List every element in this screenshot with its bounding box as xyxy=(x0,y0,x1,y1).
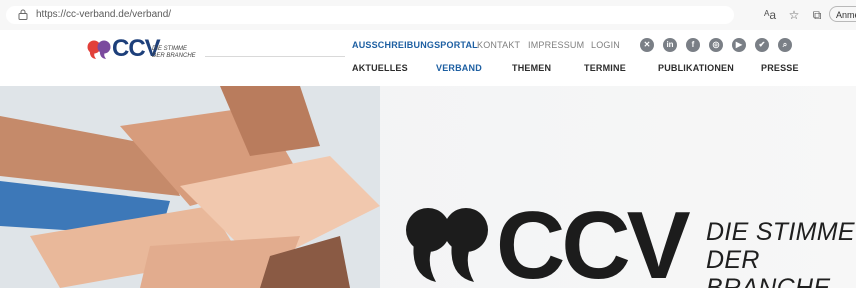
logo-tagline: DIE STIMME DER BRANCHE xyxy=(152,46,196,60)
twitter-icon[interactable]: ✔ xyxy=(755,38,769,52)
hero-tagline-line-1: DIE STIMME xyxy=(706,218,855,246)
nav-verband[interactable]: VERBAND xyxy=(436,63,482,73)
hero-tagline: DIE STIMME DER BRANCHE xyxy=(706,218,856,288)
search-icon[interactable]: ⌕ xyxy=(778,38,792,52)
youtube-icon[interactable]: ▶ xyxy=(732,38,746,52)
url-text: https://cc-verband.de/verband/ xyxy=(36,9,172,20)
site-logo[interactable]: CCV xyxy=(86,34,216,60)
lock-icon xyxy=(18,9,28,20)
logo-tagline-line-1: DIE STIMME xyxy=(152,46,188,52)
hero-tagline-line-2: DER BRANCHE xyxy=(706,246,831,288)
signin-button[interactable]: Anmel xyxy=(829,6,856,22)
reading-mode-icon[interactable]: ᴬa xyxy=(763,8,777,22)
hero-logo: CCV xyxy=(406,192,695,286)
instagram-icon[interactable]: ◎ xyxy=(709,38,723,52)
nav-presse[interactable]: PRESSE xyxy=(761,63,799,73)
nav-login[interactable]: LOGIN xyxy=(591,40,620,50)
facebook-icon[interactable]: f xyxy=(686,38,700,52)
nav-termine[interactable]: TERMINE xyxy=(584,63,626,73)
nav-aktuelles[interactable]: AKTUELLES xyxy=(352,63,408,73)
linkedin-icon[interactable]: in xyxy=(663,38,677,52)
hero-banner: CCV DIE STIMME DER BRANCHE xyxy=(0,86,856,288)
address-bar[interactable]: https://cc-verband.de/verband/ xyxy=(6,6,734,24)
stacked-hands-image xyxy=(0,86,380,288)
nav-kontakt[interactable]: KONTAKT xyxy=(477,40,520,50)
nav-impressum[interactable]: IMPRESSUM xyxy=(528,40,584,50)
collections-icon[interactable]: ⧉ xyxy=(810,8,824,22)
xing-icon[interactable]: ✕ xyxy=(640,38,654,52)
nav-publikationen[interactable]: PUBLIKATIONEN xyxy=(658,63,734,73)
header-divider xyxy=(205,56,345,57)
browser-toolbar: https://cc-verband.de/verband/ ᴬa ☆ ⧉ An… xyxy=(0,0,856,31)
nav-ausschreibungsportal[interactable]: AUSSCHREIBUNGSPORTAL xyxy=(352,40,478,50)
favorites-star-icon[interactable]: ☆ xyxy=(787,8,801,22)
nav-themen[interactable]: THEMEN xyxy=(512,63,551,73)
hero-wordmark: CCV xyxy=(496,192,691,286)
logo-tagline-line-2: DER BRANCHE xyxy=(152,53,196,59)
